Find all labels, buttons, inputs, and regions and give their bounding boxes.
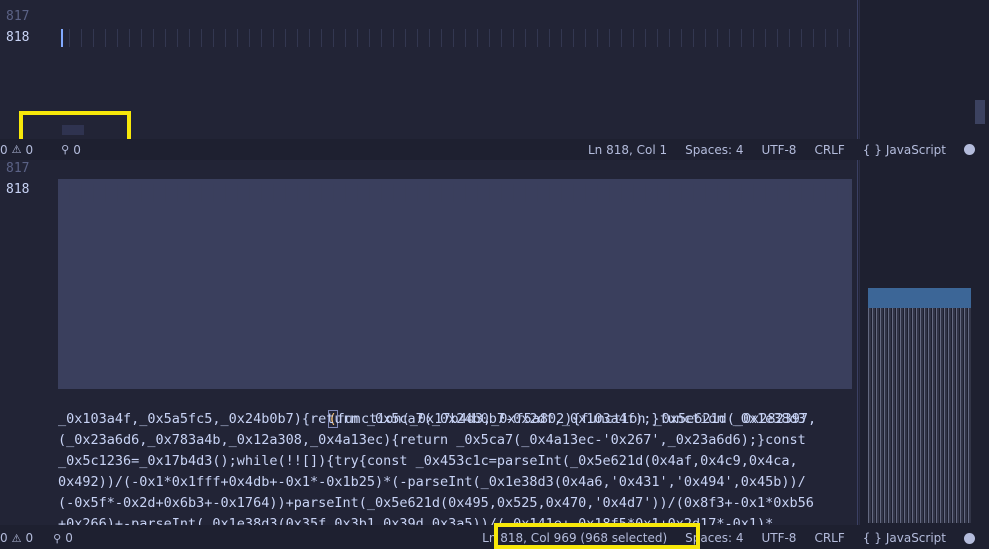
- ports-count: 0: [65, 531, 73, 545]
- line-number-gutter: 817 818: [0, 160, 58, 525]
- minimap-code-preview: [868, 308, 971, 523]
- code-line[interactable]: (-0x5f*-0x2d+0x6b3+-0x1764))+parseInt(_0…: [58, 493, 814, 514]
- whitespace-render: [58, 200, 852, 218]
- language-mode[interactable]: { } JavaScript: [863, 531, 946, 545]
- warning-icon: ⚠: [11, 531, 22, 545]
- text-cursor: [61, 29, 63, 47]
- vertical-ruler: [857, 160, 858, 525]
- error-count: 0: [0, 531, 8, 545]
- problems-indicator[interactable]: 0 ⚠ 0: [0, 143, 33, 157]
- cursor-position[interactable]: Ln 818, Col 1: [588, 143, 667, 157]
- minimap[interactable]: [859, 0, 989, 139]
- line-number-active: 818: [6, 30, 30, 45]
- language-mode[interactable]: { } JavaScript: [863, 143, 946, 157]
- scrollbar-thumb[interactable]: [975, 100, 985, 124]
- notifications-icon[interactable]: [964, 144, 975, 155]
- language-label: JavaScript: [885, 142, 946, 157]
- vertical-ruler: [857, 0, 858, 139]
- whitespace-render: [58, 224, 852, 242]
- ports-count: 0: [73, 142, 81, 157]
- annotation-highlight-box: [494, 523, 700, 549]
- editor-text-area[interactable]: [58, 0, 859, 139]
- line-number: 817: [6, 161, 30, 176]
- minimap-viewport-slider[interactable]: [868, 288, 971, 308]
- minimap[interactable]: [859, 160, 989, 525]
- code-line[interactable]: _0x103a4f,_0x5a5fc5,_0x24b0b7){return _0…: [58, 409, 806, 430]
- line-number: 817: [6, 9, 30, 24]
- code-line[interactable]: _0x5c1236=_0x17b4d3();while(!![]){try{co…: [58, 451, 798, 472]
- whitespace-render: [58, 29, 859, 47]
- encoding[interactable]: UTF-8: [761, 531, 796, 545]
- code-line[interactable]: 0x492))/(-0x1*0x1fff+0x4db+-0x1*-0x1b25)…: [58, 472, 806, 493]
- top-editor-pane[interactable]: 817 818: [0, 0, 989, 139]
- end-of-line[interactable]: CRLF: [814, 531, 844, 545]
- bottom-editor-pane[interactable]: 817 818 (function(_0x17b4d3,_0xf5a802){f…: [0, 160, 989, 525]
- indentation[interactable]: Spaces: 4: [685, 143, 743, 157]
- encoding[interactable]: UTF-8: [761, 143, 796, 157]
- braces-icon: { }: [862, 142, 882, 157]
- end-of-line[interactable]: CRLF: [814, 143, 844, 157]
- status-bar-top: 0 ⚠ 0 ⚲ 0 Ln 818, Col 1 Spaces: 4 UTF-8 …: [0, 139, 989, 160]
- code-line[interactable]: (_0x23a6d6,_0x783a4b,_0x12a308,_0x4a13ec…: [58, 430, 806, 451]
- error-count: 0: [0, 142, 8, 157]
- braces-icon: { }: [862, 531, 882, 545]
- ports-indicator[interactable]: ⚲ 0: [53, 531, 73, 545]
- ports-indicator[interactable]: ⚲ 0: [61, 143, 81, 157]
- language-label: JavaScript: [885, 531, 946, 545]
- warning-icon: ⚠: [11, 143, 22, 156]
- line-number-active: 818: [6, 182, 30, 197]
- broadcast-icon: ⚲: [61, 143, 70, 156]
- warning-count: 0: [25, 531, 34, 545]
- warning-count: 0: [25, 142, 34, 157]
- problems-indicator[interactable]: 0 ⚠ 0: [0, 531, 33, 545]
- notifications-icon[interactable]: [964, 532, 975, 544]
- broadcast-icon: ⚲: [53, 531, 62, 545]
